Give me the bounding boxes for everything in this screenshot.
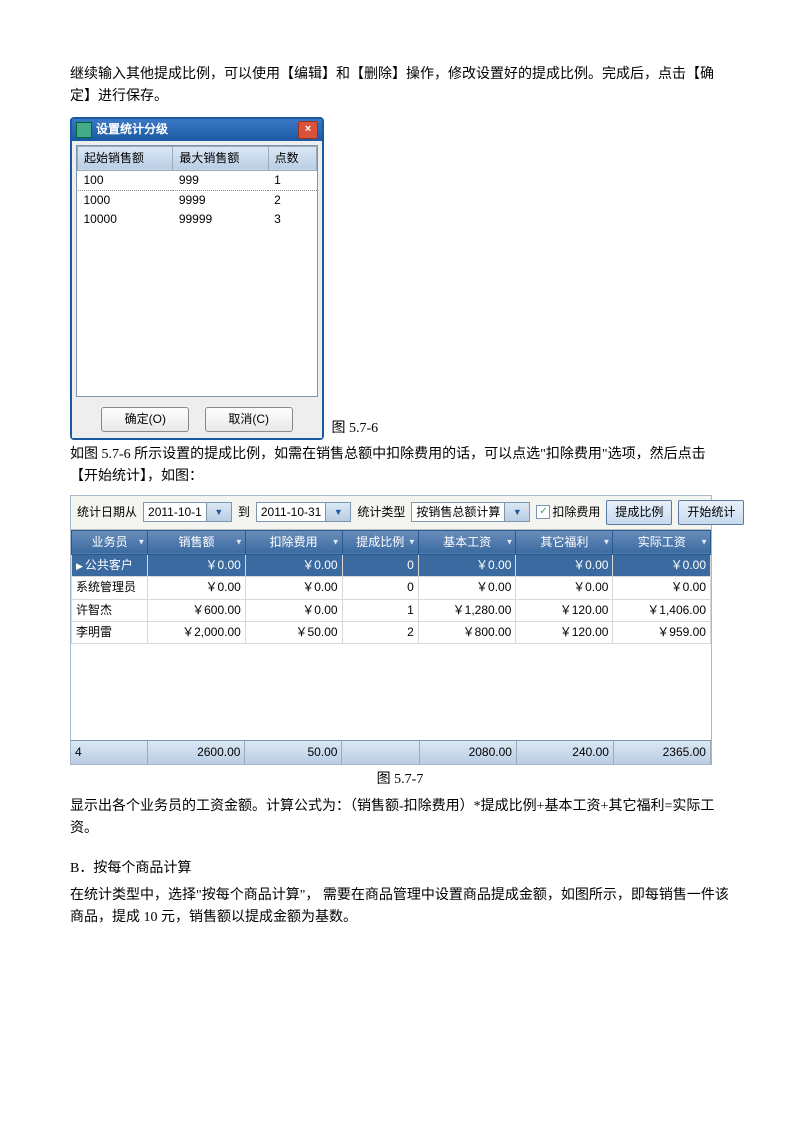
chevron-down-icon: ▼ [504, 503, 529, 521]
dialog-stat-levels: 设置统计分级 × 起始销售额 最大销售额 点数 100 999 1 [70, 117, 324, 440]
figure-label-2: 图 5.7-7 [70, 769, 730, 791]
date-to-field[interactable]: 2011-10-31 ▼ [256, 502, 352, 522]
table-row[interactable]: 10000 99999 3 [78, 210, 317, 229]
filter-icon: ▼ [137, 536, 145, 549]
table-row[interactable]: 系统管理员￥0.00￥0.000￥0.00￥0.00￥0.00 [72, 577, 711, 599]
row-indicator-icon: ▶ [76, 561, 83, 571]
stats-footer: 4 2600.00 50.00 2080.00 240.00 2365.00 [71, 740, 711, 764]
col-sales[interactable]: 销售额▼ [148, 530, 246, 554]
label-to: 到 [238, 503, 250, 522]
filter-icon: ▼ [505, 536, 513, 549]
label-stat-type: 统计类型 [357, 503, 405, 522]
table-row[interactable]: ▶公共客户￥0.00￥0.000￥0.00￥0.00￥0.00 [72, 555, 711, 577]
section-b-heading: B．按每个商品计算 [70, 858, 730, 880]
levels-table: 起始销售额 最大销售额 点数 100 999 1 1000 9999 [77, 146, 317, 230]
dialog-title-text: 设置统计分级 [96, 120, 168, 139]
close-icon[interactable]: × [298, 121, 318, 139]
col-deduct[interactable]: 扣除费用▼ [245, 530, 342, 554]
app-icon [76, 122, 92, 138]
col-base[interactable]: 基本工资▼ [418, 530, 516, 554]
figure-label-1: 图 5.7-6 [332, 418, 379, 440]
col-points[interactable]: 点数 [268, 146, 316, 170]
start-stats-button[interactable]: 开始统计 [678, 500, 744, 525]
paragraph-3: 显示出各个业务员的工资金额。计算公式为：（销售额-扣除费用）*提成比例+基本工资… [70, 796, 730, 841]
cancel-button[interactable]: 取消(C) [205, 407, 293, 432]
col-max[interactable]: 最大销售额 [173, 146, 268, 170]
chevron-down-icon: ▼ [206, 503, 231, 521]
stats-grid: 业务员▼ 销售额▼ 扣除费用▼ 提成比例▼ 基本工资▼ 其它福利▼ 实际工资▼ … [71, 530, 711, 644]
stat-type-select[interactable]: 按销售总额计算 ▼ [411, 502, 530, 522]
filter-icon: ▼ [700, 536, 708, 549]
col-welfare[interactable]: 其它福利▼ [516, 530, 613, 554]
dialog-titlebar: 设置统计分级 × [72, 119, 322, 141]
chevron-down-icon: ▼ [325, 503, 350, 521]
ok-button[interactable]: 确定(O) [101, 407, 189, 432]
table-row[interactable]: 李明雷￥2,000.00￥50.002￥800.00￥120.00￥959.00 [72, 621, 711, 643]
filter-icon: ▼ [408, 536, 416, 549]
stats-panel: 统计日期从 2011-10-1 ▼ 到 2011-10-31 ▼ 统计类型 按销… [70, 495, 712, 765]
filter-icon: ▼ [235, 536, 243, 549]
label-date-from: 统计日期从 [77, 503, 137, 522]
levels-table-wrap: 起始销售额 最大销售额 点数 100 999 1 1000 9999 [76, 145, 318, 397]
col-actual[interactable]: 实际工资▼ [613, 530, 711, 554]
col-start[interactable]: 起始销售额 [78, 146, 173, 170]
deduct-fee-checkbox[interactable]: ✓ 扣除费用 [536, 503, 600, 522]
date-from-field[interactable]: 2011-10-1 ▼ [143, 502, 232, 522]
table-row[interactable]: 许智杰￥600.00￥0.001￥1,280.00￥120.00￥1,406.0… [72, 599, 711, 621]
paragraph-1: 继续输入其他提成比例，可以使用【编辑】和【删除】操作，修改设置好的提成比例。完成… [70, 64, 730, 109]
table-row[interactable]: 100 999 1 [78, 170, 317, 190]
commission-ratio-button[interactable]: 提成比例 [606, 500, 672, 525]
col-agent[interactable]: 业务员▼ [72, 530, 148, 554]
checkbox-icon: ✓ [536, 505, 550, 519]
filter-icon: ▼ [603, 536, 611, 549]
filter-icon: ▼ [332, 536, 340, 549]
paragraph-2: 如图 5.7-6 所示设置的提成比例，如需在销售总额中扣除费用的话，可以点选"扣… [70, 444, 730, 489]
table-row[interactable]: 1000 9999 2 [78, 191, 317, 211]
stats-toolbar: 统计日期从 2011-10-1 ▼ 到 2011-10-31 ▼ 统计类型 按销… [71, 496, 711, 530]
col-ratio[interactable]: 提成比例▼ [342, 530, 418, 554]
paragraph-4: 在统计类型中，选择"按每个商品计算"， 需要在商品管理中设置商品提成金额，如图所… [70, 885, 730, 930]
